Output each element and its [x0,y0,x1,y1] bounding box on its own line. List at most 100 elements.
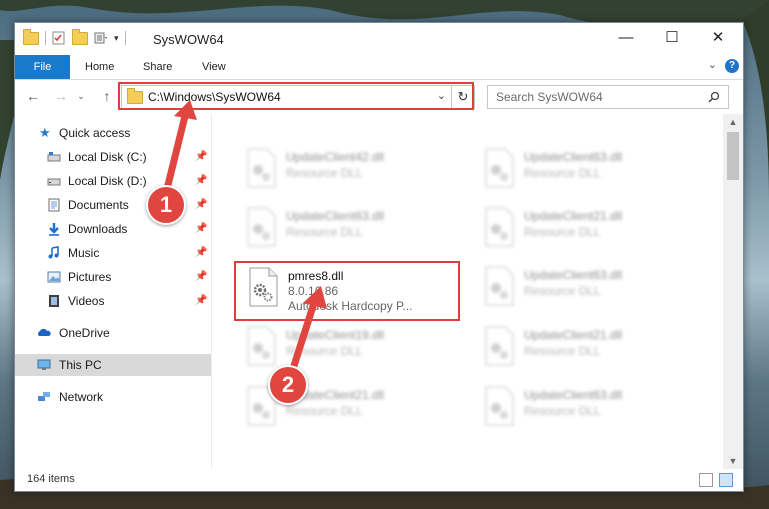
dll-file-icon [485,326,514,366]
status-bar: 164 items [15,469,743,491]
tab-home[interactable]: Home [85,55,114,79]
star-icon: ★ [39,125,51,140]
tab-share[interactable]: Share [143,55,172,79]
separator [45,31,46,45]
back-arrow-icon[interactable]: ← [25,88,41,104]
title-bar: ▾ SysWOW64 — ☐ ✕ [15,23,743,55]
sidebar-item-label: Pictures [68,270,112,284]
pictures-icon [47,271,61,283]
file-item[interactable]: UpdateClient63.dll Resource DLL [474,144,704,196]
pin-icon[interactable]: 📌 [195,290,207,312]
scroll-thumb[interactable] [727,132,739,180]
maximize-button[interactable]: ☐ [649,23,695,53]
file-name: UpdateClient42.dll [286,150,385,164]
search-icon[interactable] [708,91,720,103]
sidebar-item-onedrive[interactable]: OneDrive [15,322,211,344]
dll-file-icon [247,207,276,247]
dll-file-icon [247,148,276,188]
file-item[interactable]: UpdateClient19.dll Resource DLL [236,322,466,374]
sidebar-item-local-disk-d[interactable]: Local Disk (D:) 📌 [15,170,211,192]
properties-icon[interactable] [52,31,66,45]
close-button[interactable]: ✕ [695,23,741,53]
file-list: UpdateClient42.dll Resource DLL UpdateCl… [212,114,723,469]
file-type: Resource DLL [524,166,601,180]
sidebar-item-label: Videos [68,294,105,308]
help-icon[interactable]: ? [725,59,739,73]
scroll-down-icon[interactable]: ▼ [723,453,743,469]
expand-ribbon-icon[interactable]: ⌄ [708,58,717,71]
dll-file-icon [485,207,514,247]
file-type: Resource DLL [286,166,363,180]
sidebar-item-music[interactable]: Music 📌 [15,242,211,264]
sidebar-item-label: Downloads [68,222,128,236]
file-item[interactable]: UpdateClient63.dll Resource DLL [474,382,704,434]
qat-dropdown-icon[interactable]: ▾ [114,33,119,44]
pin-icon[interactable]: 📌 [195,170,207,192]
file-type: Resource DLL [286,404,363,418]
dll-file-icon [485,386,514,426]
quick-access-toolbar: ▾ [23,28,126,45]
sidebar-item-label: Music [68,246,100,260]
file-item[interactable]: UpdateClient21.dll Resource DLL [474,322,704,374]
sidebar-item-label: Local Disk (C:) [68,150,147,164]
file-name: UpdateClient63.dll [524,268,623,282]
callout-badge-1: 1 [146,185,186,225]
file-item[interactable]: UpdateClient42.dll Resource DLL [236,144,466,196]
sidebar-item-local-disk-c[interactable]: Local Disk (C:) 📌 [15,146,211,168]
file-name: UpdateClient63.dll [524,388,623,402]
navigation-pane: ★ Quick access Local Disk (C:) 📌 Local D… [15,114,212,469]
search-input[interactable]: Search SysWOW64 [487,85,729,109]
sidebar-item-label: Documents [68,198,129,212]
file-name: UpdateClient21.dll [524,328,623,342]
ribbon-tabs: File Home Share View ⌄ ? [15,55,743,80]
new-folder-icon[interactable] [72,28,88,45]
pin-icon[interactable]: 📌 [195,194,207,216]
customize-toolbar-icon[interactable] [94,31,108,45]
file-item[interactable]: UpdateClient63.dll Resource DLL [474,262,704,314]
search-placeholder: Search SysWOW64 [496,90,603,104]
network-icon [38,392,50,401]
navigation-bar: ← → ⌄ ↑ C:\Windows\SysWOW64 ⌄ ↻ Search S… [15,80,743,114]
film-icon [49,295,59,307]
minimize-button[interactable]: — [603,23,649,53]
address-highlight-box [118,82,474,110]
pin-icon[interactable]: 📌 [195,266,207,288]
drive-icon [47,152,61,162]
file-item[interactable]: UpdateClient63.dll Resource DLL [236,203,466,255]
file-item[interactable]: UpdateClient21.dll Resource DLL [474,203,704,255]
download-arrow-icon [49,223,59,236]
vertical-scrollbar[interactable]: ▲ ▼ [723,114,743,469]
tab-file[interactable]: File [15,55,70,79]
sidebar-item-downloads[interactable]: Downloads 📌 [15,218,211,240]
forward-arrow-icon[interactable]: → [53,88,69,104]
scroll-up-icon[interactable]: ▲ [723,114,743,130]
sidebar-item-label: OneDrive [59,326,110,340]
item-count: 164 items [27,473,75,485]
file-type: Resource DLL [524,225,601,239]
file-type: Resource DLL [286,344,363,358]
sidebar-item-network[interactable]: Network [15,386,211,408]
sidebar-item-pictures[interactable]: Pictures 📌 [15,266,211,288]
file-name: UpdateClient21.dll [524,209,623,223]
documents-icon [48,198,60,212]
up-arrow-icon[interactable]: ↑ [99,88,115,104]
large-icons-view-icon[interactable] [719,473,733,487]
sidebar-item-this-pc[interactable]: This PC [15,354,211,376]
sidebar-item-videos[interactable]: Videos 📌 [15,290,211,312]
file-highlight-box [234,261,460,321]
details-view-icon[interactable] [699,473,713,487]
file-type: Resource DLL [524,284,601,298]
pin-icon[interactable]: 📌 [195,242,207,264]
sidebar-item-quick-access[interactable]: ★ Quick access [15,122,211,144]
file-name: UpdateClient19.dll [286,328,385,342]
file-type: Resource DLL [524,344,601,358]
dll-file-icon [485,148,514,188]
recent-locations-icon[interactable]: ⌄ [73,91,89,102]
sidebar-item-label: Quick access [59,126,131,140]
tab-view[interactable]: View [202,55,226,79]
file-type: Resource DLL [524,404,601,418]
pin-icon[interactable]: 📌 [195,146,207,168]
pin-icon[interactable]: 📌 [195,218,207,240]
dll-file-icon [485,266,514,306]
sidebar-item-label: Network [59,390,104,404]
